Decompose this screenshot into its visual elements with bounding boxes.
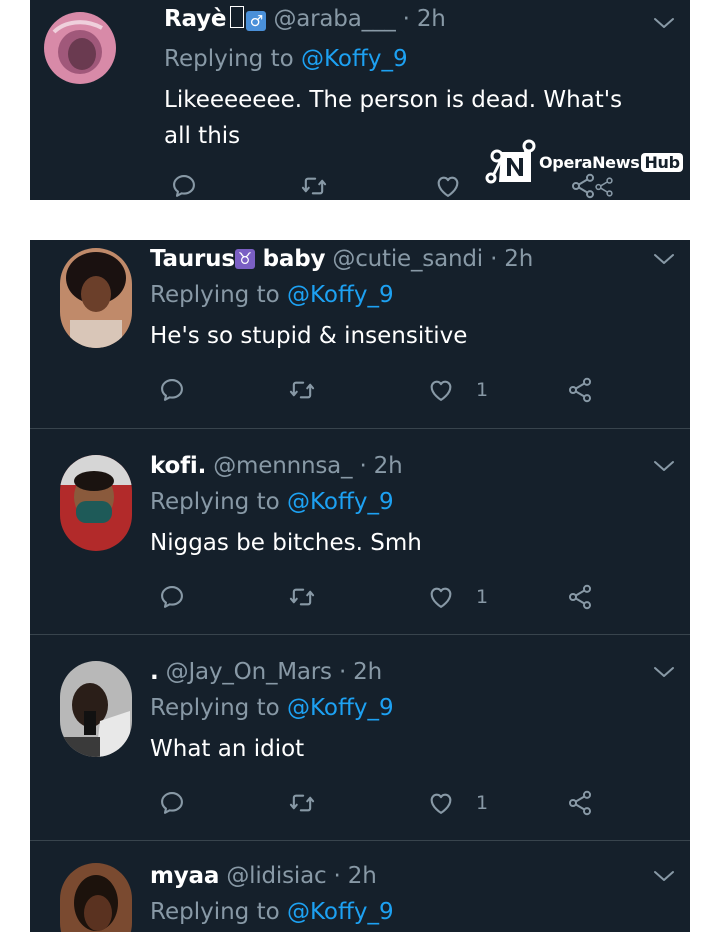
replying-to-label: Replying to bbox=[150, 899, 280, 925]
timestamp[interactable]: · 2h bbox=[359, 453, 402, 479]
share-icon bbox=[593, 174, 615, 200]
operanews-watermark: OperaNews Hub bbox=[485, 138, 685, 200]
mention-link[interactable]: @Koffy_9 bbox=[287, 489, 394, 515]
mention-link[interactable]: @Koffy_9 bbox=[301, 46, 408, 72]
taurus-icon: ♉ bbox=[234, 249, 255, 269]
tweet[interactable]: . @Jay_On_Mars · 2h Replying to @Koffy_9… bbox=[30, 635, 690, 840]
tweet-text: Niggas be bitches. Smh bbox=[150, 530, 422, 556]
display-name[interactable]: myaa bbox=[150, 863, 219, 889]
chevron-down-icon[interactable] bbox=[652, 15, 676, 31]
replying-to: Replying to @Koffy_9 bbox=[150, 899, 394, 925]
like-count: 1 bbox=[476, 379, 489, 401]
avatar[interactable] bbox=[60, 248, 132, 348]
share-icon[interactable] bbox=[566, 789, 594, 821]
unknown-glyph-icon bbox=[230, 6, 245, 28]
avatar[interactable] bbox=[60, 863, 132, 932]
mention-link[interactable]: @Koffy_9 bbox=[287, 899, 394, 925]
chevron-down-icon[interactable] bbox=[652, 251, 676, 267]
display-name[interactable]: . bbox=[150, 659, 159, 685]
avatar[interactable] bbox=[60, 661, 132, 757]
tweet-header: myaa @lidisiac · 2h bbox=[150, 863, 377, 889]
display-name[interactable]: Rayè bbox=[164, 6, 227, 32]
share-icon[interactable] bbox=[566, 376, 594, 408]
display-name[interactable]: kofi. bbox=[150, 453, 206, 479]
tweet[interactable]: myaa @lidisiac · 2h Replying to @Koffy_9 bbox=[30, 841, 690, 932]
handle[interactable]: @mennnsa_ bbox=[213, 453, 352, 479]
timestamp[interactable]: · 2h bbox=[334, 863, 377, 889]
display-name[interactable]: Taurus ♉ baby bbox=[150, 246, 325, 272]
tweet-panel-top: Rayè ♂ @araba___ · 2h Replying to @Koffy_… bbox=[30, 0, 690, 200]
retweet-icon[interactable] bbox=[288, 583, 316, 615]
tweet-header: . @Jay_On_Mars · 2h bbox=[150, 659, 382, 685]
handle[interactable]: @cutie_sandi bbox=[332, 246, 483, 272]
replying-to-label: Replying to bbox=[150, 282, 280, 308]
avatar[interactable] bbox=[60, 455, 132, 551]
display-name-suffix: baby bbox=[262, 246, 326, 272]
display-name-part: Taurus bbox=[150, 246, 235, 272]
replying-to: Replying to @Koffy_9 bbox=[150, 695, 394, 721]
timestamp[interactable]: · 2h bbox=[403, 6, 446, 32]
male-sign-icon: ♂ bbox=[246, 11, 267, 31]
tweet[interactable]: Taurus ♉ baby @cutie_sandi · 2h Replying … bbox=[30, 240, 690, 428]
handle[interactable]: @araba___ bbox=[273, 6, 395, 32]
like-count: 1 bbox=[476, 586, 489, 608]
replying-to-label: Replying to bbox=[150, 695, 280, 721]
chevron-down-icon[interactable] bbox=[652, 458, 676, 474]
like-count: 1 bbox=[476, 792, 489, 814]
watermark-label: OperaNews Hub bbox=[539, 153, 683, 172]
tweet-panel-replies: Taurus ♉ baby @cutie_sandi · 2h Replying … bbox=[30, 240, 690, 932]
reply-icon[interactable] bbox=[158, 789, 186, 821]
share-icon[interactable] bbox=[566, 583, 594, 615]
tweet-header: Rayè ♂ @araba___ · 2h bbox=[164, 6, 446, 32]
handle[interactable]: @lidisiac bbox=[226, 863, 326, 889]
like-icon[interactable] bbox=[427, 376, 455, 408]
mention-link[interactable]: @Koffy_9 bbox=[287, 695, 394, 721]
mention-link[interactable]: @Koffy_9 bbox=[287, 282, 394, 308]
tweet[interactable]: kofi. @mennnsa_ · 2h Replying to @Koffy_… bbox=[30, 429, 690, 634]
reply-icon[interactable] bbox=[158, 583, 186, 615]
tweet-header: Taurus ♉ baby @cutie_sandi · 2h bbox=[150, 246, 533, 272]
handle[interactable]: @Jay_On_Mars bbox=[166, 659, 332, 685]
timestamp[interactable]: · 2h bbox=[490, 246, 533, 272]
tweet-header: kofi. @mennnsa_ · 2h bbox=[150, 453, 403, 479]
replying-to: Replying to @Koffy_9 bbox=[150, 489, 394, 515]
retweet-icon[interactable] bbox=[288, 376, 316, 408]
chevron-down-icon[interactable] bbox=[652, 868, 676, 884]
replying-to: Replying to @Koffy_9 bbox=[164, 46, 408, 72]
retweet-icon[interactable] bbox=[300, 172, 328, 200]
watermark-brand: OperaNews bbox=[539, 153, 640, 172]
watermark-hub: Hub bbox=[641, 153, 683, 172]
reply-icon[interactable] bbox=[158, 376, 186, 408]
like-icon[interactable] bbox=[427, 583, 455, 615]
replying-to-label: Replying to bbox=[150, 489, 280, 515]
like-icon[interactable] bbox=[434, 172, 462, 200]
avatar[interactable] bbox=[44, 12, 116, 84]
operanews-logo-icon bbox=[485, 139, 536, 184]
replying-to-label: Replying to bbox=[164, 46, 294, 72]
retweet-icon[interactable] bbox=[288, 789, 316, 821]
tweet-text: He's so stupid & insensitive bbox=[150, 323, 468, 349]
tweet-text: What an idiot bbox=[150, 736, 305, 762]
like-icon[interactable] bbox=[427, 789, 455, 821]
chevron-down-icon[interactable] bbox=[652, 664, 676, 680]
timestamp[interactable]: · 2h bbox=[339, 659, 382, 685]
reply-icon[interactable] bbox=[170, 172, 198, 200]
replying-to: Replying to @Koffy_9 bbox=[150, 282, 394, 308]
